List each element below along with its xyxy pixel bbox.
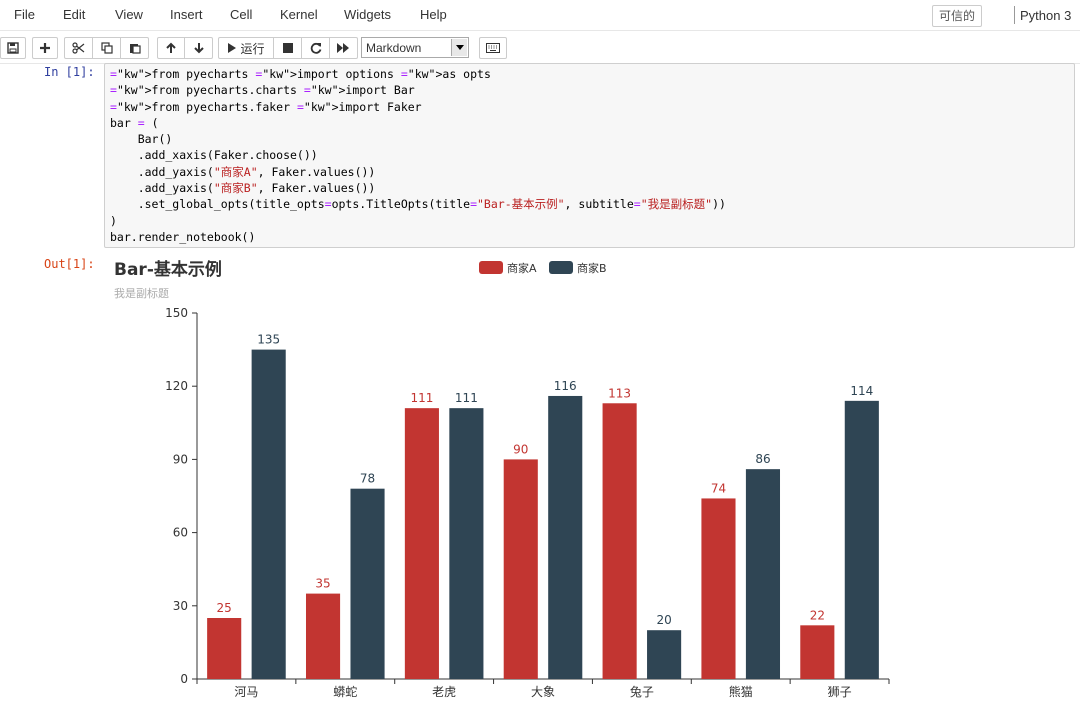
x-tick-label: 大象	[531, 685, 555, 699]
bar	[305, 593, 341, 679]
bar-value-label: 22	[810, 608, 825, 622]
bar-value-label: 74	[711, 481, 726, 495]
bar-value-label: 111	[455, 391, 478, 405]
bars: 25 35 111 90 113 74 22 135 78 111 116 20 86 114	[207, 333, 879, 679]
x-tick-label: 河马	[234, 685, 258, 699]
y-tick-label: 30	[173, 599, 188, 613]
legend-swatch	[549, 261, 573, 274]
bar	[207, 618, 242, 679]
bar	[701, 498, 736, 679]
bar-value-label: 25	[217, 601, 232, 615]
bar	[404, 408, 439, 679]
bar	[745, 469, 781, 679]
y-tick-label: 60	[173, 526, 188, 540]
y-tick-label: 0	[180, 672, 188, 686]
x-tick-label: 熊猫	[729, 684, 753, 699]
bar-value-label: 135	[257, 333, 280, 347]
bar-value-label: 111	[410, 391, 433, 405]
x-tick-label: 兔子	[630, 684, 654, 699]
bar	[548, 395, 583, 679]
y-tick-label: 90	[173, 452, 188, 466]
chart-legend: 商家A 商家B	[479, 261, 607, 275]
bar-value-label: 114	[850, 384, 873, 398]
x-axis: 河马 蟒蛇 老虎 大象 兔子 熊猫 狮子	[196, 678, 890, 699]
bar	[844, 400, 879, 679]
bar	[251, 349, 286, 679]
x-tick-label: 老虎	[432, 685, 456, 699]
bar-value-label: 86	[755, 452, 770, 466]
chart-subtitle: 我是副标题	[114, 286, 169, 300]
bar-value-label: 116	[554, 379, 577, 393]
bar	[602, 403, 637, 679]
bar-value-label: 113	[608, 386, 631, 400]
bar	[350, 488, 385, 679]
legend-label: 商家B	[577, 261, 607, 275]
x-tick-label: 蟒蛇	[333, 684, 357, 699]
chart-title: Bar-基本示例	[114, 259, 222, 280]
x-tick-label: 狮子	[828, 685, 852, 699]
legend-label: 商家A	[507, 261, 537, 275]
y-axis: 0 30 60 90 120 150	[165, 306, 198, 686]
bar-value-label: 90	[513, 442, 528, 456]
bar-value-label: 20	[656, 613, 671, 627]
bar	[800, 625, 835, 679]
bar	[647, 630, 682, 679]
bar-chart: Bar-基本示例 我是副标题 商家A 商家B 0 30 60 90 120 150 河马 蟒蛇…	[114, 259, 890, 699]
y-tick-label: 120	[165, 379, 188, 393]
bar	[449, 408, 484, 679]
y-tick-label: 150	[165, 306, 188, 320]
legend-swatch	[479, 261, 503, 274]
bar-value-label: 78	[360, 472, 375, 486]
bar-value-label: 35	[315, 577, 330, 591]
bar	[503, 459, 538, 679]
